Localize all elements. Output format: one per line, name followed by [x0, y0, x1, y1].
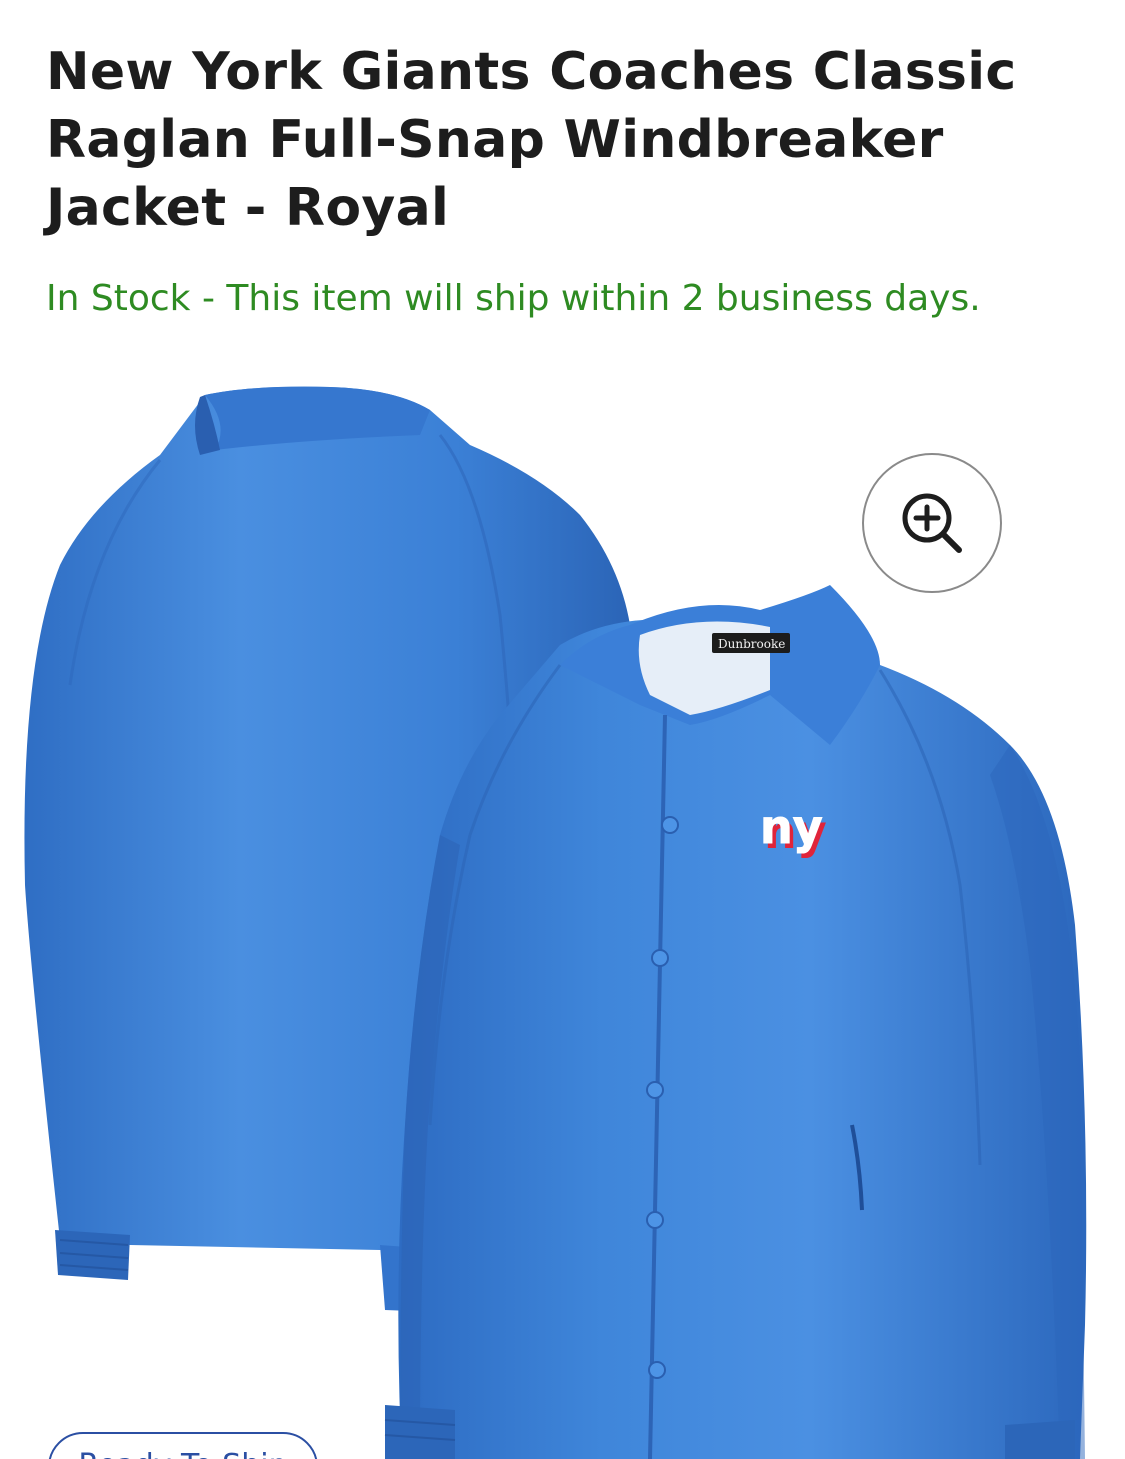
- stock-status: In Stock - This item will ship within 2 …: [46, 278, 981, 319]
- brand-tag-text: Dunbrooke: [718, 637, 785, 651]
- ny-logo-text: ny: [760, 800, 823, 854]
- ready-to-ship-badge: Ready To Ship: [48, 1432, 318, 1459]
- zoom-button[interactable]: [862, 453, 1002, 593]
- zoom-in-icon: [902, 493, 962, 553]
- product-page: New York Giants Coaches Classic Raglan F…: [0, 0, 1125, 1459]
- product-title: New York Giants Coaches Classic Raglan F…: [46, 42, 1017, 238]
- ny-logo: ny ny: [760, 800, 827, 860]
